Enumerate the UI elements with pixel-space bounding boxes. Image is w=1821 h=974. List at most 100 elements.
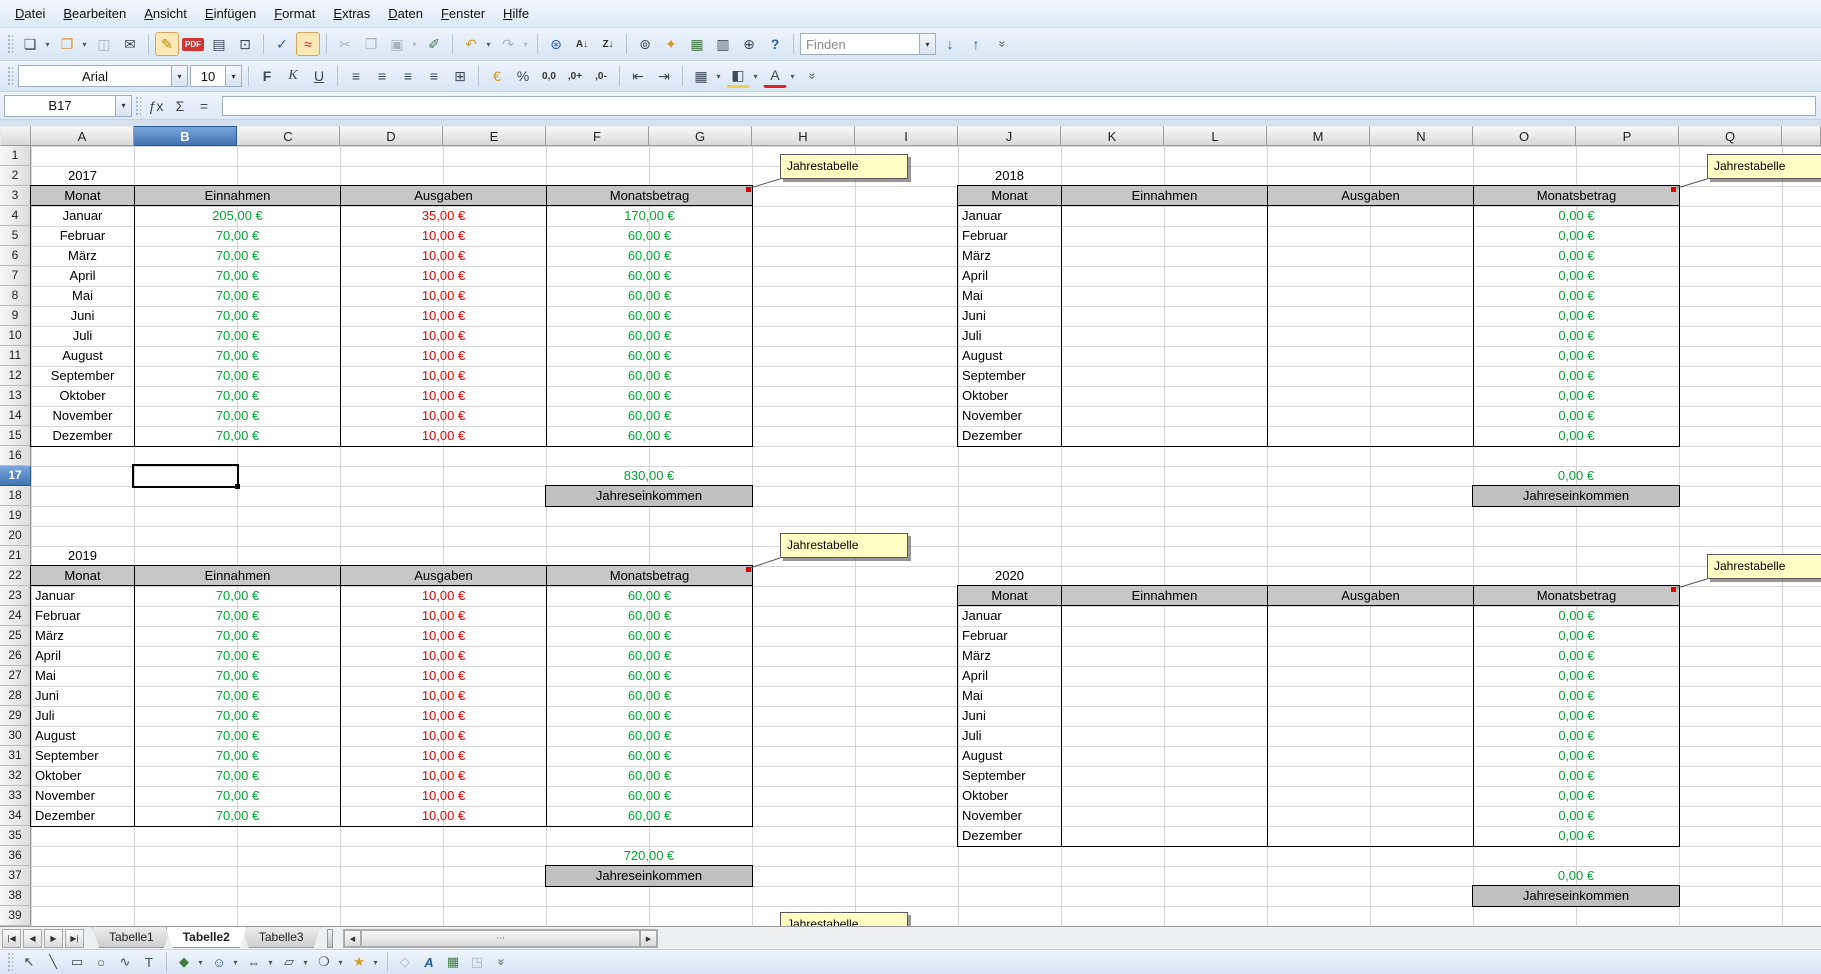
einnahmen-cell[interactable] [1061, 766, 1267, 786]
first-sheet-button[interactable]: |◀ [2, 929, 21, 948]
monatsbetrag-cell[interactable]: 60,00 € [546, 386, 752, 406]
comment-note[interactable]: Jahrestabelle [1707, 554, 1821, 579]
ausgaben-cell[interactable] [1267, 226, 1473, 246]
ausgaben-cell[interactable] [1267, 286, 1473, 306]
month-cell[interactable]: April [958, 666, 1061, 686]
find-dropdown[interactable]: ▾ [919, 34, 935, 54]
monatsbetrag-cell[interactable]: 60,00 € [546, 726, 752, 746]
edit-points-button[interactable]: ◇ [394, 952, 416, 972]
new-document-button[interactable]: ❏ [18, 32, 42, 56]
monatsbetrag-cell[interactable]: 0,00 € [1473, 646, 1679, 666]
monatsbetrag-cell[interactable]: 170,00 € [546, 206, 752, 226]
monatsbetrag-cell[interactable]: 0,00 € [1473, 786, 1679, 806]
einnahmen-cell[interactable]: 70,00 € [134, 226, 340, 246]
help-button[interactable]: ? [763, 32, 787, 56]
name-box-dropdown[interactable]: ▾ [115, 96, 131, 116]
monatsbetrag-cell[interactable]: 0,00 € [1473, 606, 1679, 626]
stars-button[interactable]: ★ [348, 952, 370, 972]
column-header[interactable]: L [1164, 126, 1267, 146]
month-cell[interactable]: März [31, 626, 134, 646]
monatsbetrag-cell[interactable]: 60,00 € [546, 606, 752, 626]
underline-button[interactable]: U [307, 64, 331, 88]
month-cell[interactable]: Oktober [31, 766, 134, 786]
column-header[interactable]: P [1576, 126, 1679, 146]
monatsbetrag-cell[interactable]: 60,00 € [546, 246, 752, 266]
einnahmen-cell[interactable] [1061, 326, 1267, 346]
monatsbetrag-cell[interactable]: 60,00 € [546, 406, 752, 426]
monatsbetrag-cell[interactable]: 0,00 € [1473, 326, 1679, 346]
einnahmen-cell[interactable]: 205,00 € [134, 206, 340, 226]
ausgaben-cell[interactable] [1267, 246, 1473, 266]
month-cell[interactable]: Juli [31, 706, 134, 726]
hyperlink-button[interactable]: ⊛ [544, 32, 568, 56]
total-label-2020[interactable]: Jahreseinkommen [1472, 885, 1680, 907]
ausgaben-cell[interactable]: 10,00 € [340, 426, 546, 446]
monatsbetrag-cell[interactable]: 60,00 € [546, 226, 752, 246]
column-header-partial[interactable] [1782, 126, 1821, 146]
email-button[interactable]: ✉ [118, 32, 142, 56]
month-cell[interactable]: März [958, 646, 1061, 666]
symbol-shapes-dropdown[interactable]: ▾ [230, 950, 241, 974]
header-ausgaben[interactable]: Ausgaben [340, 566, 546, 586]
ausgaben-cell[interactable] [1267, 426, 1473, 446]
year-label-2020[interactable]: 2020 [958, 566, 1061, 586]
ausgaben-cell[interactable]: 10,00 € [340, 266, 546, 286]
ausgaben-cell[interactable]: 10,00 € [340, 586, 546, 606]
open-button[interactable]: ❐ [55, 32, 79, 56]
basic-shapes-button[interactable]: ◆ [173, 952, 195, 972]
einnahmen-cell[interactable]: 70,00 € [134, 646, 340, 666]
monatsbetrag-cell[interactable]: 60,00 € [546, 266, 752, 286]
monatsbetrag-cell[interactable]: 0,00 € [1473, 806, 1679, 826]
ausgaben-cell[interactable] [1267, 826, 1473, 846]
einnahmen-cell[interactable] [1061, 306, 1267, 326]
einnahmen-cell[interactable] [1061, 806, 1267, 826]
header-monatsbetrag[interactable]: Monatsbetrag [546, 186, 752, 206]
month-cell[interactable]: Februar [958, 626, 1061, 646]
einnahmen-cell[interactable] [1061, 626, 1267, 646]
fontwork-gallery-button[interactable]: A [418, 952, 440, 972]
year-label-2019[interactable]: 2019 [31, 546, 134, 566]
einnahmen-cell[interactable] [1061, 226, 1267, 246]
font-size-combo[interactable]: 10 ▾ [190, 65, 242, 87]
month-cell[interactable]: Dezember [31, 426, 134, 446]
einnahmen-cell[interactable]: 70,00 € [134, 726, 340, 746]
einnahmen-cell[interactable]: 70,00 € [134, 426, 340, 446]
redo-button[interactable]: ↷ [496, 32, 520, 56]
ausgaben-cell[interactable] [1267, 366, 1473, 386]
previous-sheet-button[interactable]: ◀ [23, 929, 42, 948]
format-paintbrush-button[interactable]: ✐ [422, 32, 446, 56]
toolbar-overflow-button[interactable]: » [490, 952, 512, 972]
font-color-dropdown[interactable]: ▾ [787, 64, 798, 88]
ausgaben-cell[interactable]: 10,00 € [340, 286, 546, 306]
monatsbetrag-cell[interactable]: 0,00 € [1473, 826, 1679, 846]
next-sheet-button[interactable]: ▶ [44, 929, 63, 948]
ausgaben-cell[interactable]: 10,00 € [340, 406, 546, 426]
column-header[interactable]: G [649, 126, 752, 146]
sort-ascending-button[interactable]: A↓ [570, 32, 594, 56]
ausgaben-cell[interactable] [1267, 326, 1473, 346]
tab-scrollbar-splitter[interactable] [327, 929, 333, 948]
extrusion-toggle-button[interactable]: ◳ [466, 952, 488, 972]
monatsbetrag-cell[interactable]: 60,00 € [546, 766, 752, 786]
callouts-button[interactable]: ❍ [313, 952, 335, 972]
font-name-dropdown[interactable]: ▾ [171, 66, 187, 86]
monatsbetrag-cell[interactable]: 0,00 € [1473, 726, 1679, 746]
einnahmen-cell[interactable] [1061, 366, 1267, 386]
ausgaben-cell[interactable]: 10,00 € [340, 226, 546, 246]
column-header[interactable]: O [1473, 126, 1576, 146]
menu-item[interactable]: Fenster [432, 2, 494, 25]
tab-tabelle2[interactable]: Tabelle2 [166, 927, 247, 948]
monatsbetrag-cell[interactable]: 0,00 € [1473, 406, 1679, 426]
einnahmen-cell[interactable]: 70,00 € [134, 306, 340, 326]
comment-note[interactable]: Jahrestabelle [1707, 154, 1821, 179]
monatsbetrag-cell[interactable]: 60,00 € [546, 806, 752, 826]
total-label-2019[interactable]: Jahreseinkommen [545, 865, 753, 887]
einnahmen-cell[interactable]: 70,00 € [134, 266, 340, 286]
ausgaben-cell[interactable] [1267, 706, 1473, 726]
rectangle-tool-button[interactable]: ▭ [66, 952, 88, 972]
gallery-button[interactable]: ▦ [685, 32, 709, 56]
monatsbetrag-cell[interactable]: 0,00 € [1473, 266, 1679, 286]
total-2019[interactable]: 720,00 € [546, 846, 752, 866]
month-cell[interactable]: September [31, 746, 134, 766]
borders-dropdown[interactable]: ▾ [713, 64, 724, 88]
